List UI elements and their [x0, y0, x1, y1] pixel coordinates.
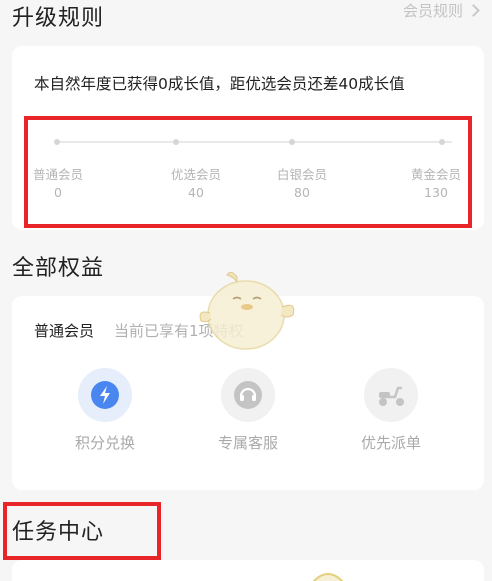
current-level-name: 普通会员 — [34, 322, 95, 340]
upgrade-rules-title: 升级规则 — [12, 6, 105, 31]
task-card — [12, 560, 484, 581]
benefit-label: 优先派单 — [360, 434, 421, 452]
scooter-icon — [379, 386, 404, 406]
highlight-box-tasks — [3, 502, 161, 560]
benefit-priority-dispatch[interactable]: 优先派单 — [336, 368, 446, 453]
benefit-exclusive-service[interactable]: 专属客服 — [193, 368, 303, 453]
benefit-icon-wrap — [364, 368, 418, 422]
headset-icon — [234, 381, 262, 409]
chick-mascot-peek-icon — [312, 573, 344, 581]
all-rights-title: 全部权益 — [12, 256, 105, 281]
growth-description: 本自然年度已获得0成长值，距优选会员还差40成长值 — [34, 75, 405, 93]
chick-mascot-icon — [199, 271, 295, 350]
benefit-label: 专属客服 — [217, 434, 278, 452]
benefit-icon-wrap — [221, 368, 275, 422]
lightning-icon — [91, 381, 119, 409]
benefit-label: 积分兑换 — [74, 434, 135, 452]
chevron-right-icon — [467, 4, 480, 17]
member-rules-label: 会员规则 — [402, 2, 463, 20]
benefit-points-exchange[interactable]: 积分兑换 — [50, 368, 160, 453]
member-rules-link[interactable]: 会员规则 — [402, 0, 480, 21]
highlight-box-levels — [24, 116, 472, 228]
benefit-icon-wrap — [78, 368, 132, 422]
